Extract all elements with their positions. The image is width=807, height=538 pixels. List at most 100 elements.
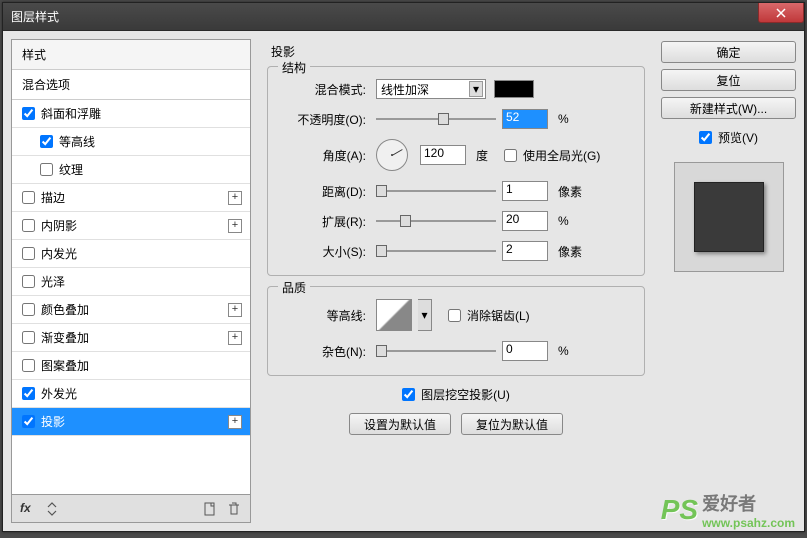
add-icon[interactable]: + xyxy=(228,331,242,345)
antialias-label: 消除锯齿(L) xyxy=(467,307,530,324)
preview-box xyxy=(674,162,784,272)
angle-dial[interactable] xyxy=(376,139,408,171)
style-checkbox[interactable] xyxy=(40,135,53,148)
styles-header[interactable]: 样式 xyxy=(12,40,250,70)
style-checkbox[interactable] xyxy=(22,359,35,372)
section-title: 投影 xyxy=(267,43,645,60)
watermark-url: www.psahz.com xyxy=(702,516,795,530)
style-checkbox[interactable] xyxy=(22,191,35,204)
left-panel: 样式 混合选项 斜面和浮雕等高线纹理描边+ 内阴影 + 内发光光泽颜色叠加 + 渐变叠加 +… xyxy=(11,39,251,523)
noise-unit: % xyxy=(558,344,569,358)
trash-icon[interactable] xyxy=(226,501,242,517)
style-checkbox[interactable] xyxy=(22,219,35,232)
style-item-5[interactable]: 内发光 xyxy=(12,240,250,268)
noise-input[interactable]: 0 xyxy=(502,341,548,361)
style-item-6[interactable]: 光泽 xyxy=(12,268,250,296)
style-checkbox[interactable] xyxy=(22,415,35,428)
style-label: 内阴影 xyxy=(41,217,77,234)
style-item-7[interactable]: 颜色叠加 + xyxy=(12,296,250,324)
blend-mode-select[interactable]: 线性加深 ▾ xyxy=(376,79,486,99)
style-item-8[interactable]: 渐变叠加 + xyxy=(12,324,250,352)
angle-input[interactable]: 120 xyxy=(420,145,466,165)
watermark-text: 爱好者 xyxy=(702,490,795,516)
style-label: 图案叠加 xyxy=(41,357,89,374)
opacity-label: 不透明度(O): xyxy=(284,111,370,128)
preview-swatch xyxy=(694,182,764,252)
style-item-10[interactable]: 外发光 xyxy=(12,380,250,408)
new-style-button[interactable]: 新建样式(W)... xyxy=(661,97,796,119)
new-page-icon[interactable] xyxy=(202,501,218,517)
style-label: 投影 xyxy=(41,413,65,430)
preview-label: 预览(V) xyxy=(718,129,758,146)
style-checkbox[interactable] xyxy=(22,275,35,288)
arrow-up-down-icon[interactable] xyxy=(44,501,60,517)
contour-dropdown-icon[interactable]: ▾ xyxy=(418,299,432,331)
style-checkbox[interactable] xyxy=(22,303,35,316)
style-item-1[interactable]: 等高线 xyxy=(12,128,250,156)
watermark: PS 爱好者 www.psahz.com xyxy=(661,490,795,530)
size-label: 大小(S): xyxy=(284,243,370,260)
style-label: 光泽 xyxy=(41,273,65,290)
cancel-button[interactable]: 复位 xyxy=(661,69,796,91)
style-item-3[interactable]: 描边+ xyxy=(12,184,250,212)
settings-panel: 投影 结构 混合模式: 线性加深 ▾ 不透明度(O): 52 % xyxy=(259,39,653,523)
fx-icon[interactable]: fx xyxy=(20,501,36,517)
opacity-unit: % xyxy=(558,112,569,126)
add-icon[interactable]: + xyxy=(228,191,242,205)
reset-default-button[interactable]: 复位为默认值 xyxy=(461,413,563,435)
size-unit: 像素 xyxy=(558,243,582,260)
add-icon[interactable]: + xyxy=(228,219,242,233)
style-item-4[interactable]: 内阴影 + xyxy=(12,212,250,240)
style-label: 颜色叠加 xyxy=(41,301,89,318)
angle-unit: 度 xyxy=(476,147,488,164)
shadow-color-swatch[interactable] xyxy=(494,80,534,98)
distance-unit: 像素 xyxy=(558,183,582,200)
distance-slider[interactable] xyxy=(376,183,496,199)
global-light-checkbox[interactable] xyxy=(504,149,517,162)
styles-list: 样式 混合选项 斜面和浮雕等高线纹理描边+ 内阴影 + 内发光光泽颜色叠加 + 渐变叠加 +… xyxy=(11,39,251,523)
add-icon[interactable]: + xyxy=(228,415,242,429)
global-light-label: 使用全局光(G) xyxy=(523,147,600,164)
size-input[interactable]: 2 xyxy=(502,241,548,261)
opacity-slider[interactable] xyxy=(376,111,496,127)
make-default-button[interactable]: 设置为默认值 xyxy=(349,413,451,435)
style-item-2[interactable]: 纹理 xyxy=(12,156,250,184)
style-label: 渐变叠加 xyxy=(41,329,89,346)
knockout-label: 图层挖空投影(U) xyxy=(421,386,510,403)
style-item-0[interactable]: 斜面和浮雕 xyxy=(12,100,250,128)
style-checkbox[interactable] xyxy=(22,387,35,400)
style-checkbox[interactable] xyxy=(22,107,35,120)
chevron-down-icon: ▾ xyxy=(469,81,483,97)
style-checkbox[interactable] xyxy=(40,163,53,176)
style-item-9[interactable]: 图案叠加 xyxy=(12,352,250,380)
spread-unit: % xyxy=(558,214,569,228)
distance-input[interactable]: 1 xyxy=(502,181,548,201)
style-item-11[interactable]: 投影 + xyxy=(12,408,250,436)
style-label: 内发光 xyxy=(41,245,77,262)
dialog-content: 样式 混合选项 斜面和浮雕等高线纹理描边+ 内阴影 + 内发光光泽颜色叠加 + 渐变叠加 +… xyxy=(3,31,804,531)
contour-swatch[interactable] xyxy=(376,299,412,331)
close-button[interactable] xyxy=(758,3,804,23)
preview-checkbox[interactable] xyxy=(699,131,712,144)
angle-label: 角度(A): xyxy=(284,147,370,164)
knockout-checkbox[interactable] xyxy=(402,388,415,401)
blend-options-item[interactable]: 混合选项 xyxy=(12,70,250,100)
spread-slider[interactable] xyxy=(376,213,496,229)
ok-button[interactable]: 确定 xyxy=(661,41,796,63)
noise-slider[interactable] xyxy=(376,343,496,359)
spread-input[interactable]: 20 xyxy=(502,211,548,231)
distance-label: 距离(D): xyxy=(284,183,370,200)
antialias-checkbox[interactable] xyxy=(448,309,461,322)
structure-group: 结构 混合模式: 线性加深 ▾ 不透明度(O): 52 % 角度(A xyxy=(267,66,645,276)
quality-group: 品质 等高线: ▾ 消除锯齿(L) 杂色(N): 0 % xyxy=(267,286,645,376)
titlebar[interactable]: 图层样式 xyxy=(3,3,804,31)
blend-mode-label: 混合模式: xyxy=(284,81,370,98)
style-checkbox[interactable] xyxy=(22,331,35,344)
style-checkbox[interactable] xyxy=(22,247,35,260)
opacity-input[interactable]: 52 xyxy=(502,109,548,129)
add-icon[interactable]: + xyxy=(228,303,242,317)
styles-bottom-bar: fx xyxy=(12,494,250,522)
style-label: 等高线 xyxy=(59,133,95,150)
size-slider[interactable] xyxy=(376,243,496,259)
spread-label: 扩展(R): xyxy=(284,213,370,230)
